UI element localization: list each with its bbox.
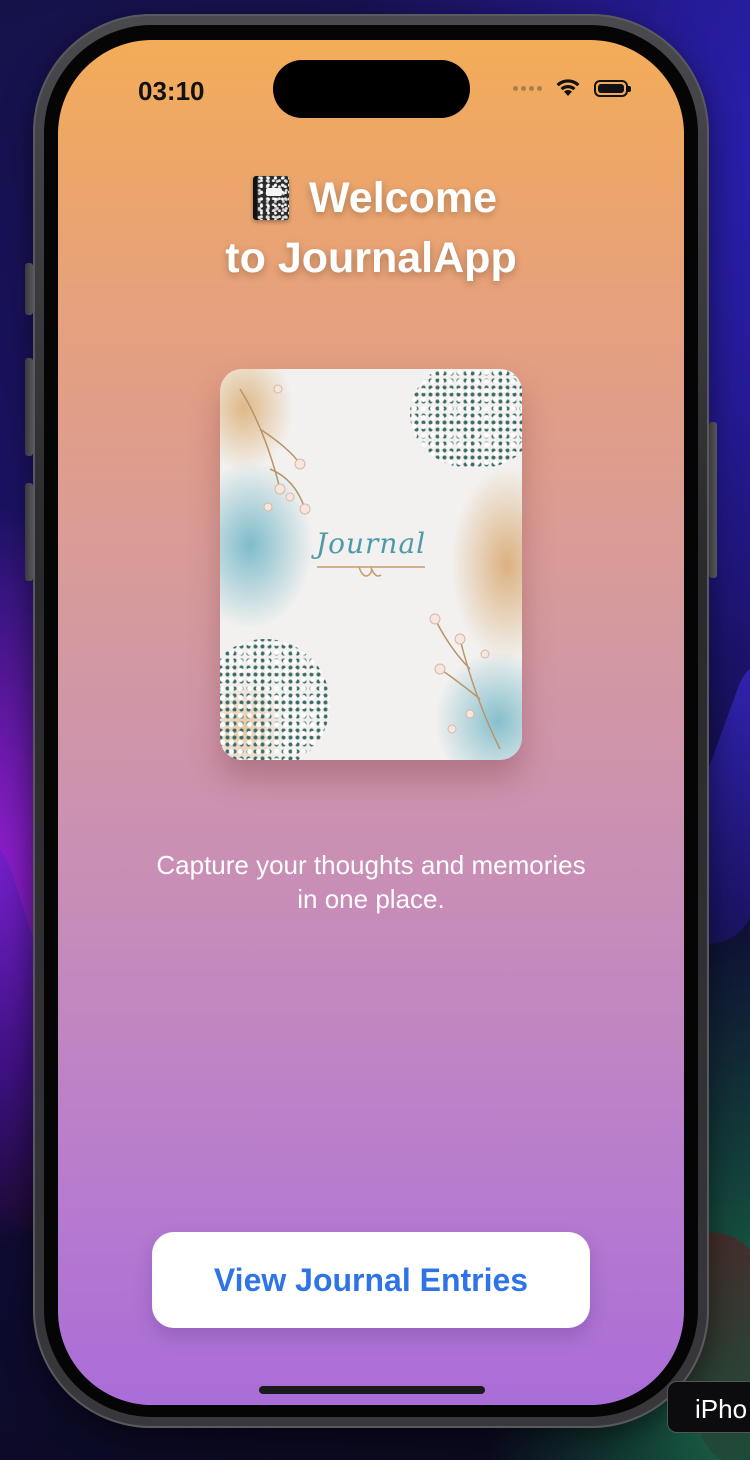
volume-down-button[interactable] — [25, 483, 33, 581]
device-label: iPho — [667, 1381, 750, 1433]
home-indicator[interactable] — [259, 1386, 485, 1394]
battery-icon — [594, 79, 631, 97]
tagline-line2: in one place. — [297, 884, 445, 914]
welcome-title-line1: Welcome — [309, 174, 497, 222]
action-button[interactable] — [25, 263, 33, 315]
welcome-title-line2: to JournalApp — [225, 234, 517, 282]
welcome-title: Welcome to JournalApp — [58, 168, 684, 288]
wifi-icon — [556, 79, 580, 96]
journal-cover-image: Journal — [220, 369, 522, 760]
tagline-line1: Capture your thoughts and memories — [156, 850, 586, 880]
status-indicators — [513, 78, 631, 98]
status-time: 03:10 — [138, 76, 205, 106]
cellular-signal-icon — [513, 85, 542, 91]
view-journal-entries-button[interactable]: View Journal Entries — [152, 1232, 590, 1328]
flourish-decoration — [317, 566, 425, 577]
volume-up-button[interactable] — [25, 358, 33, 456]
dynamic-island — [273, 60, 470, 118]
journal-cover-title: Journal — [315, 527, 427, 560]
tagline: Capture your thoughts and memories in on… — [98, 848, 644, 916]
app-screen: 03:10 Welcome to JournalApp Journal Capt… — [58, 40, 684, 1405]
power-button[interactable] — [709, 422, 717, 578]
notebook-icon — [253, 176, 289, 220]
